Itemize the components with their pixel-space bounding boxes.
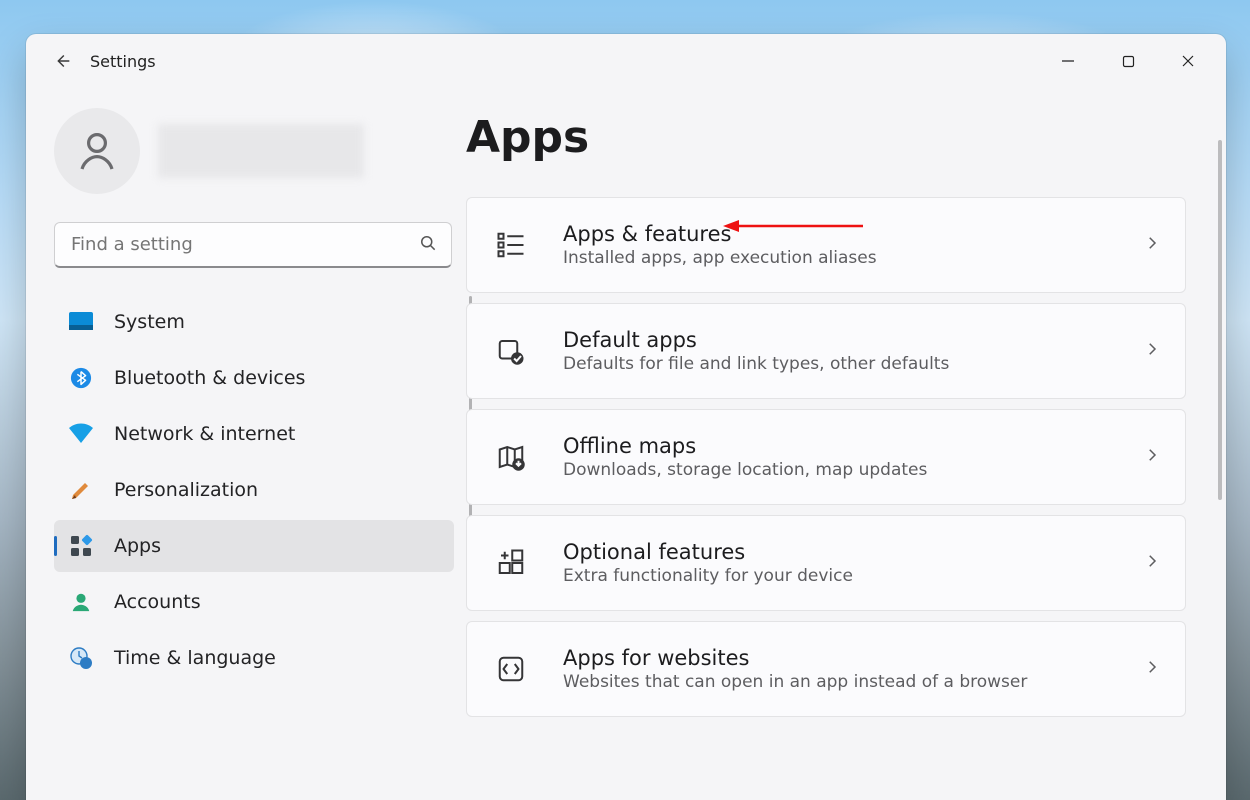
card-title: Default apps — [563, 328, 1131, 352]
avatar — [54, 108, 140, 194]
accounts-icon — [68, 589, 94, 615]
card-text: Offline maps Downloads, storage location… — [563, 434, 1131, 480]
chevron-right-icon — [1143, 446, 1161, 468]
card-subtitle: Defaults for file and link types, other … — [563, 354, 1131, 374]
card-apps-features[interactable]: Apps & features Installed apps, app exec… — [466, 197, 1186, 293]
sidebar-item-label: Time & language — [114, 647, 276, 669]
map-icon — [495, 442, 527, 472]
chevron-right-icon — [1143, 552, 1161, 574]
card-text: Default apps Defaults for file and link … — [563, 328, 1131, 374]
content-area: System Bluetooth & devices Network & int… — [26, 88, 1226, 800]
sidebar-item-time-language[interactable]: Time & language — [54, 632, 454, 684]
search-icon — [418, 233, 438, 257]
card-title: Apps for websites — [563, 646, 1131, 670]
bluetooth-icon — [68, 365, 94, 391]
card-text: Apps & features Installed apps, app exec… — [563, 222, 1131, 268]
optional-features-icon — [495, 548, 527, 578]
maximize-icon — [1122, 55, 1135, 68]
back-button[interactable] — [40, 41, 84, 81]
minimize-icon — [1061, 54, 1075, 68]
back-arrow-icon — [51, 50, 73, 72]
search-input[interactable] — [54, 222, 452, 268]
card-subtitle: Websites that can open in an app instead… — [563, 672, 1131, 692]
settings-cards: Apps & features Installed apps, app exec… — [466, 197, 1186, 717]
card-text: Optional features Extra functionality fo… — [563, 540, 1131, 586]
apps-icon — [68, 533, 94, 559]
sidebar-item-label: Apps — [114, 535, 161, 557]
chevron-right-icon — [1143, 234, 1161, 256]
maximize-button[interactable] — [1098, 41, 1158, 81]
sidebar: System Bluetooth & devices Network & int… — [26, 88, 466, 800]
settings-window: Settings — [26, 34, 1226, 800]
main-panel: Apps Apps & features Installed apps, app… — [466, 88, 1226, 800]
sidebar-item-network[interactable]: Network & internet — [54, 408, 454, 460]
sidebar-item-label: Personalization — [114, 479, 258, 501]
main-scrollbar[interactable] — [1218, 140, 1222, 500]
card-optional-features[interactable]: Optional features Extra functionality fo… — [466, 515, 1186, 611]
card-subtitle: Installed apps, app execution aliases — [563, 248, 1131, 268]
titlebar: Settings — [26, 34, 1226, 88]
app-website-icon — [495, 654, 527, 684]
sidebar-item-apps[interactable]: Apps — [54, 520, 454, 572]
card-title: Optional features — [563, 540, 1131, 564]
search-field-wrap — [54, 222, 452, 268]
sidebar-item-label: System — [114, 311, 185, 333]
sidebar-item-accounts[interactable]: Accounts — [54, 576, 454, 628]
card-subtitle: Extra functionality for your device — [563, 566, 1131, 586]
apps-grid-icon — [495, 230, 527, 260]
close-icon — [1181, 54, 1195, 68]
sidebar-item-system[interactable]: System — [54, 296, 454, 348]
default-apps-icon — [495, 336, 527, 366]
sidebar-nav: System Bluetooth & devices Network & int… — [54, 296, 454, 684]
card-title: Offline maps — [563, 434, 1131, 458]
window-title: Settings — [90, 52, 156, 71]
card-offline-maps[interactable]: Offline maps Downloads, storage location… — [466, 409, 1186, 505]
system-icon — [68, 309, 94, 335]
wifi-icon — [68, 421, 94, 447]
card-subtitle: Downloads, storage location, map updates — [563, 460, 1131, 480]
chevron-right-icon — [1143, 340, 1161, 362]
sidebar-item-label: Bluetooth & devices — [114, 367, 305, 389]
card-title: Apps & features — [563, 222, 1131, 246]
card-apps-for-websites[interactable]: Apps for websites Websites that can open… — [466, 621, 1186, 717]
user-name-redacted — [158, 124, 364, 178]
sidebar-item-personalization[interactable]: Personalization — [54, 464, 454, 516]
card-default-apps[interactable]: Default apps Defaults for file and link … — [466, 303, 1186, 399]
user-profile[interactable] — [54, 108, 448, 194]
page-title: Apps — [466, 112, 1186, 163]
paintbrush-icon — [68, 477, 94, 503]
sidebar-item-label: Accounts — [114, 591, 201, 613]
person-icon — [73, 127, 121, 175]
minimize-button[interactable] — [1038, 41, 1098, 81]
clock-globe-icon — [68, 645, 94, 671]
chevron-right-icon — [1143, 658, 1161, 680]
card-text: Apps for websites Websites that can open… — [563, 646, 1131, 692]
close-button[interactable] — [1158, 41, 1218, 81]
sidebar-item-bluetooth[interactable]: Bluetooth & devices — [54, 352, 454, 404]
sidebar-item-label: Network & internet — [114, 423, 295, 445]
